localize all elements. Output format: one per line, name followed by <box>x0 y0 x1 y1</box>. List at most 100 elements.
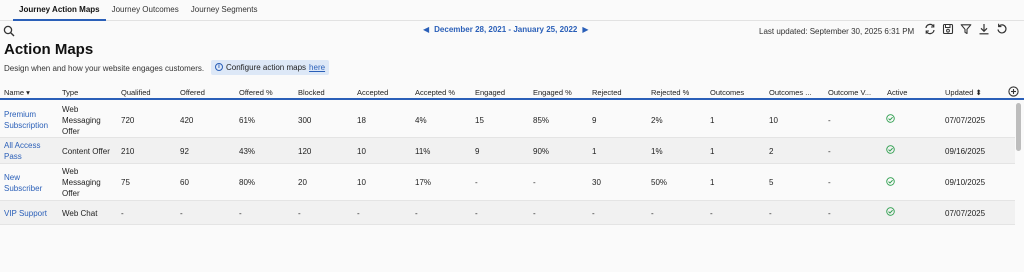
sort-down-icon[interactable]: ▾ <box>24 88 30 97</box>
type-line: Offer <box>62 126 80 136</box>
cell-updated: 07/07/2025 <box>945 115 986 125</box>
name-line: Subscriber <box>4 183 43 193</box>
header-label: Qualified <box>121 88 151 97</box>
cell-outcomes2: - <box>769 208 772 218</box>
cell-qualified: - <box>121 208 124 218</box>
header-label: Type <box>62 88 79 97</box>
header-label: Offered <box>180 88 205 97</box>
cell-offered: - <box>180 208 183 218</box>
check-circle-icon <box>886 145 895 154</box>
sort-icon[interactable]: ⬍ <box>973 88 981 97</box>
filter-icon[interactable] <box>960 23 972 35</box>
cell-outcome-v: - <box>828 146 831 156</box>
arrow-left-icon[interactable]: ◀ <box>423 25 429 34</box>
refresh-icon[interactable] <box>924 23 936 35</box>
header-label: Engaged <box>475 88 506 97</box>
table-row[interactable]: New Subscriber Web Messaging Offer 75 60 80% 20 1… <box>0 164 1015 201</box>
action-map-name-link[interactable]: All Access Pass <box>4 140 40 162</box>
header-label: Active <box>887 88 908 97</box>
tab-journey-segments[interactable]: Journey Segments <box>185 0 264 21</box>
action-map-name-link[interactable]: VIP Support <box>4 208 47 219</box>
header-col-engaged[interactable]: Engaged <box>475 88 505 97</box>
type-line: Messaging <box>62 178 101 187</box>
cell-accepted: 10 <box>357 146 366 156</box>
search-icon[interactable] <box>3 25 15 37</box>
cell-offered-pct: 80% <box>239 178 256 187</box>
header-label: Outcomes <box>710 88 745 97</box>
cell-outcome-v: - <box>828 115 831 125</box>
cell-outcome-v: - <box>828 208 831 218</box>
cell-engaged: - <box>475 178 478 187</box>
check-circle-icon <box>886 114 895 123</box>
header-label: Blocked <box>298 88 325 97</box>
tab-journey-action-maps[interactable]: Journey Action Maps <box>13 0 106 21</box>
cell-engaged-pct: 85% <box>533 115 550 125</box>
plus-circle-icon[interactable] <box>1008 86 1019 97</box>
header-label: Name <box>4 88 25 97</box>
cell-rejected-pct: 50% <box>651 178 668 187</box>
header-col-name[interactable]: Name ▾ <box>4 88 30 97</box>
header-col-offered[interactable]: Offered <box>180 88 205 97</box>
header-col-blocked[interactable]: Blocked <box>298 88 325 97</box>
type-line: Content Offer <box>62 146 110 156</box>
save-icon[interactable] <box>942 23 954 35</box>
header-col-rejected-pct[interactable]: Rejected % <box>651 88 689 97</box>
header-col-outcomes[interactable]: Outcomes <box>710 88 744 97</box>
cell-offered: 420 <box>180 115 194 125</box>
header-col-updated[interactable]: Updated ⬍ <box>945 88 982 97</box>
date-range[interactable]: December 28, 2021 - January 25, 2022 <box>434 25 577 34</box>
reset-icon[interactable] <box>996 23 1008 35</box>
cell-rejected-pct: 1% <box>651 146 663 156</box>
type-line: Messaging <box>62 115 101 125</box>
tab-bar: Journey Action Maps Journey Outcomes Jou… <box>0 0 1024 21</box>
download-icon[interactable] <box>978 23 990 35</box>
table-row[interactable]: All Access Pass Content Offer 210 92 43% 120 10… <box>0 138 1015 164</box>
info-banner-text: Configure action maps <box>226 63 307 72</box>
action-map-name-link[interactable]: New Subscriber <box>4 172 42 194</box>
header-col-offered-pct[interactable]: Offered % <box>239 88 273 97</box>
table-row[interactable]: VIP Support Web Chat - - - - - - - - - - - - - 07/07/20… <box>0 201 1015 225</box>
cell-qualified: 720 <box>121 115 135 125</box>
header-col-outcomes-2[interactable]: Outcomes ... <box>769 88 812 97</box>
header-col-accepted[interactable]: Accepted <box>357 88 388 97</box>
type-cell: Web Messaging Offer <box>62 104 101 137</box>
name-line: Subscription <box>4 121 49 130</box>
info-icon: i <box>215 63 223 71</box>
cell-accepted: 10 <box>357 178 366 187</box>
cell-offered-pct: 61% <box>239 115 256 125</box>
cell-outcomes: - <box>710 208 713 218</box>
cell-rejected-pct: - <box>651 208 654 218</box>
cell-qualified: 210 <box>121 146 135 156</box>
header-label: Rejected <box>592 88 622 97</box>
header-label: Outcome V... <box>828 88 872 97</box>
cell-accepted-pct: 4% <box>415 115 427 125</box>
arrow-right-icon[interactable]: ▶ <box>582 25 588 34</box>
header-col-rejected[interactable]: Rejected <box>592 88 622 97</box>
cell-engaged-pct: - <box>533 178 536 187</box>
cell-qualified: 75 <box>121 178 130 187</box>
header-col-outcome-v[interactable]: Outcome V... <box>828 88 871 97</box>
cell-accepted: - <box>357 208 360 218</box>
action-map-name-link[interactable]: Premium Subscription <box>4 109 48 131</box>
header-label: Updated <box>945 88 974 97</box>
cell-updated: 09/16/2025 <box>945 146 986 156</box>
last-updated-text: Last updated: September 30, 2025 6:31 PM <box>759 27 915 36</box>
table-row[interactable]: Premium Subscription Web Messaging Offer 720 4… <box>0 102 1015 138</box>
cell-offered: 60 <box>180 178 189 187</box>
vertical-scrollbar[interactable] <box>1016 103 1021 151</box>
header-col-accepted-pct[interactable]: Accepted % <box>415 88 455 97</box>
type-cell: Web Messaging Offer <box>62 166 101 199</box>
header-col-engaged-pct[interactable]: Engaged % <box>533 88 572 97</box>
cell-accepted: 18 <box>357 115 366 125</box>
tab-journey-outcomes[interactable]: Journey Outcomes <box>106 0 185 21</box>
type-line: Web <box>62 167 79 176</box>
cell-blocked: 20 <box>298 178 307 187</box>
configure-here-link[interactable]: here <box>309 63 325 72</box>
cell-engaged: 9 <box>475 146 480 156</box>
header-col-type[interactable]: Type <box>62 88 78 97</box>
toolbar: ◀ December 28, 2021 - January 25, 2022 ▶… <box>0 22 1024 40</box>
header-label: Rejected % <box>651 88 690 97</box>
cell-accepted-pct: 17% <box>415 178 432 187</box>
header-col-qualified[interactable]: Qualified <box>121 88 151 97</box>
header-col-active[interactable]: Active <box>887 88 907 97</box>
